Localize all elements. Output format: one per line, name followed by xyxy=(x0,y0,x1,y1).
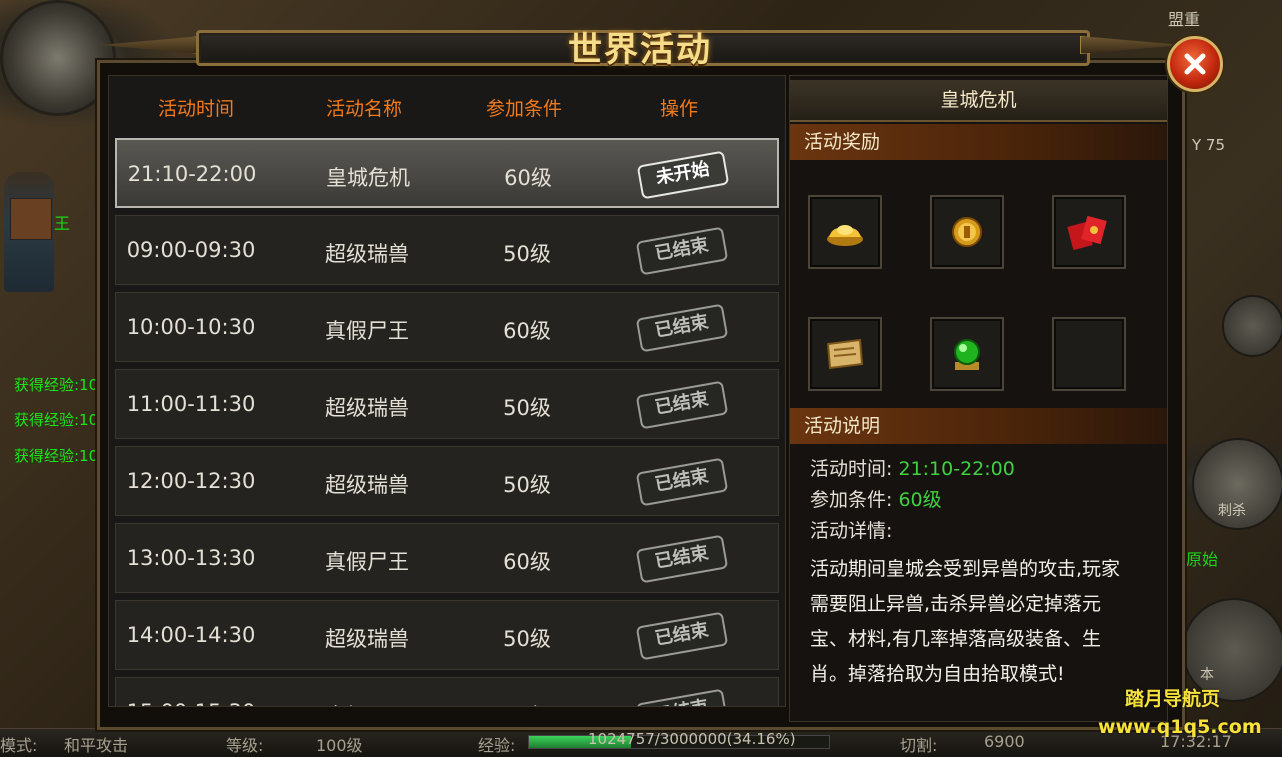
row-time: 13:00-13:30 xyxy=(126,546,256,570)
info-requirement: 参加条件: 60级 xyxy=(810,485,942,512)
reward-slot-gold-coin[interactable] xyxy=(930,195,1004,269)
row-time: 14:00-14:30 xyxy=(126,623,256,647)
activity-row[interactable]: 15:00-15:30 真假尸王 60级 已结束 xyxy=(115,677,779,706)
dialog-titlebar: 世界活动 xyxy=(100,22,1182,70)
gold-coin-icon xyxy=(952,217,982,247)
row-time: 09:00-09:30 xyxy=(126,238,256,262)
row-requirement: 50级 xyxy=(503,473,551,497)
skill-label-green: 原始 xyxy=(1186,550,1219,569)
skill-label-basic: 本 xyxy=(1200,667,1214,683)
row-status-stamp[interactable]: 未开始 xyxy=(636,150,730,200)
reward-slot-scroll[interactable] xyxy=(808,317,882,391)
row-activity-name: 真假尸王 xyxy=(325,550,409,574)
row-activity-name: 超级瑞兽 xyxy=(325,627,409,651)
coord-readout: Y 75 xyxy=(1192,136,1226,154)
row-activity-name: 超级瑞兽 xyxy=(325,473,409,497)
exp-label: 经验: xyxy=(478,736,516,755)
row-status-stamp[interactable]: 已结束 xyxy=(635,611,729,661)
info-time: 活动时间: 21:10-22:00 xyxy=(810,454,1015,481)
close-button[interactable] xyxy=(1167,36,1223,92)
row-status-stamp[interactable]: 已结束 xyxy=(635,303,729,353)
reward-slot-green-orb[interactable] xyxy=(930,317,1004,391)
reward-slot-gold-ingot[interactable] xyxy=(808,195,882,269)
row-requirement: 50级 xyxy=(503,242,551,266)
cut-value: 6900 xyxy=(984,732,1025,751)
skill-label-assassinate: 刺杀 xyxy=(1218,503,1246,519)
activity-list[interactable]: 活动时间 活动名称 参加条件 操作 21:10-22:00 皇城危机 60级 未开始 0… xyxy=(108,75,786,707)
row-activity-name: 真假尸王 xyxy=(292,700,442,706)
row-requirement: 50级 xyxy=(503,627,551,651)
row-requirement: 60级 xyxy=(503,550,551,574)
close-icon xyxy=(1184,53,1206,75)
reward-slot-empty[interactable] xyxy=(1052,317,1126,391)
green-orb-icon xyxy=(954,339,980,370)
row-status-stamp[interactable]: 已结束 xyxy=(635,380,729,430)
activity-row[interactable]: 10:00-10:30 真假尸王 60级 已结束 xyxy=(115,292,779,362)
mode-label: 模式: xyxy=(0,736,38,755)
info-time-value: 21:10-22:00 xyxy=(898,458,1015,480)
info-requirement-value: 60级 xyxy=(898,489,942,511)
level-label: 等级: xyxy=(226,736,264,755)
level-value: 100级 xyxy=(316,736,363,755)
row-requirement: 50级 xyxy=(503,396,551,420)
skill-button-small[interactable] xyxy=(1222,295,1282,357)
activity-row[interactable]: 12:00-12:30 超级瑞兽 50级 已结束 xyxy=(115,446,779,516)
cut-label: 切割: xyxy=(900,736,938,755)
activity-row[interactable]: 09:00-09:30 超级瑞兽 50级 已结束 xyxy=(115,215,779,285)
row-requirement: 60级 xyxy=(504,166,552,190)
row-activity-name: 皇城危机 xyxy=(326,166,410,190)
player-name: 王 xyxy=(54,214,71,233)
row-requirement: 60级 xyxy=(503,319,551,343)
row-time: 11:00-11:30 xyxy=(126,392,256,416)
row-time: 21:10-22:00 xyxy=(127,162,257,186)
scroll-map-icon xyxy=(826,338,864,370)
row-time: 10:00-10:30 xyxy=(126,315,256,339)
dialog-title: 世界活动 xyxy=(568,30,712,70)
row-time: 15:00-15:30 xyxy=(116,700,266,706)
row-activity-name: 超级瑞兽 xyxy=(325,396,409,420)
activity-row[interactable]: 21:10-22:00 皇城危机 60级 未开始 xyxy=(115,138,779,208)
row-activity-name: 超级瑞兽 xyxy=(325,242,409,266)
guild-icon xyxy=(10,198,52,240)
row-status-stamp[interactable]: 已结束 xyxy=(635,688,729,706)
row-status-stamp[interactable]: 已结束 xyxy=(635,534,729,584)
activity-row[interactable]: 11:00-11:30 超级瑞兽 50级 已结束 xyxy=(115,369,779,439)
activity-row[interactable]: 13:00-13:30 真假尸王 60级 已结束 xyxy=(115,523,779,593)
gold-ingot-icon xyxy=(827,225,863,246)
activity-description: 活动期间皇城会受到异兽的攻击,玩家需要阻止异兽,击杀异兽必定掉落元宝、材料,有几… xyxy=(810,558,1121,685)
red-envelope-icon xyxy=(1067,215,1107,251)
info-requirement-label: 参加条件: xyxy=(810,489,893,511)
reward-slot-red-envelope[interactable] xyxy=(1052,195,1126,269)
header-time: 活动时间 xyxy=(157,98,234,120)
header-requirement: 参加条件 xyxy=(485,98,562,120)
header-name: 活动名称 xyxy=(325,98,402,120)
titlebar-ornament-left xyxy=(100,36,202,54)
titlebar-ornament-right xyxy=(1080,36,1182,54)
mode-value[interactable]: 和平攻击 xyxy=(64,732,128,756)
info-detail-label: 活动详情: xyxy=(810,520,893,542)
activity-detail-panel: 皇城危机 活动奖励 活动说明 活动时间: 21:10-22:00 参加条件: 6… xyxy=(789,75,1168,722)
exp-value: 1024757/3000000(34.16%) xyxy=(588,730,796,748)
header-action: 操作 xyxy=(659,98,698,120)
info-time-label: 活动时间: xyxy=(810,458,893,480)
detail-title: 皇城危机 xyxy=(790,80,1167,122)
row-activity-name: 真假尸王 xyxy=(325,319,409,343)
activity-row[interactable]: 14:00-14:30 超级瑞兽 50级 已结束 xyxy=(115,600,779,670)
row-status-stamp[interactable]: 已结束 xyxy=(635,457,729,507)
watermark-title: 踏月导航页 xyxy=(1125,688,1221,710)
row-status-stamp[interactable]: 已结束 xyxy=(635,226,729,276)
watermark-url: www.q1q5.com xyxy=(1098,716,1262,738)
row-time: 12:00-12:30 xyxy=(126,469,256,493)
reward-section-header: 活动奖励 xyxy=(790,124,1167,160)
description-section-header: 活动说明 xyxy=(790,408,1167,444)
list-header: 活动时间 活动名称 参加条件 操作 xyxy=(109,76,785,136)
row-requirement: 60级 xyxy=(472,700,582,706)
